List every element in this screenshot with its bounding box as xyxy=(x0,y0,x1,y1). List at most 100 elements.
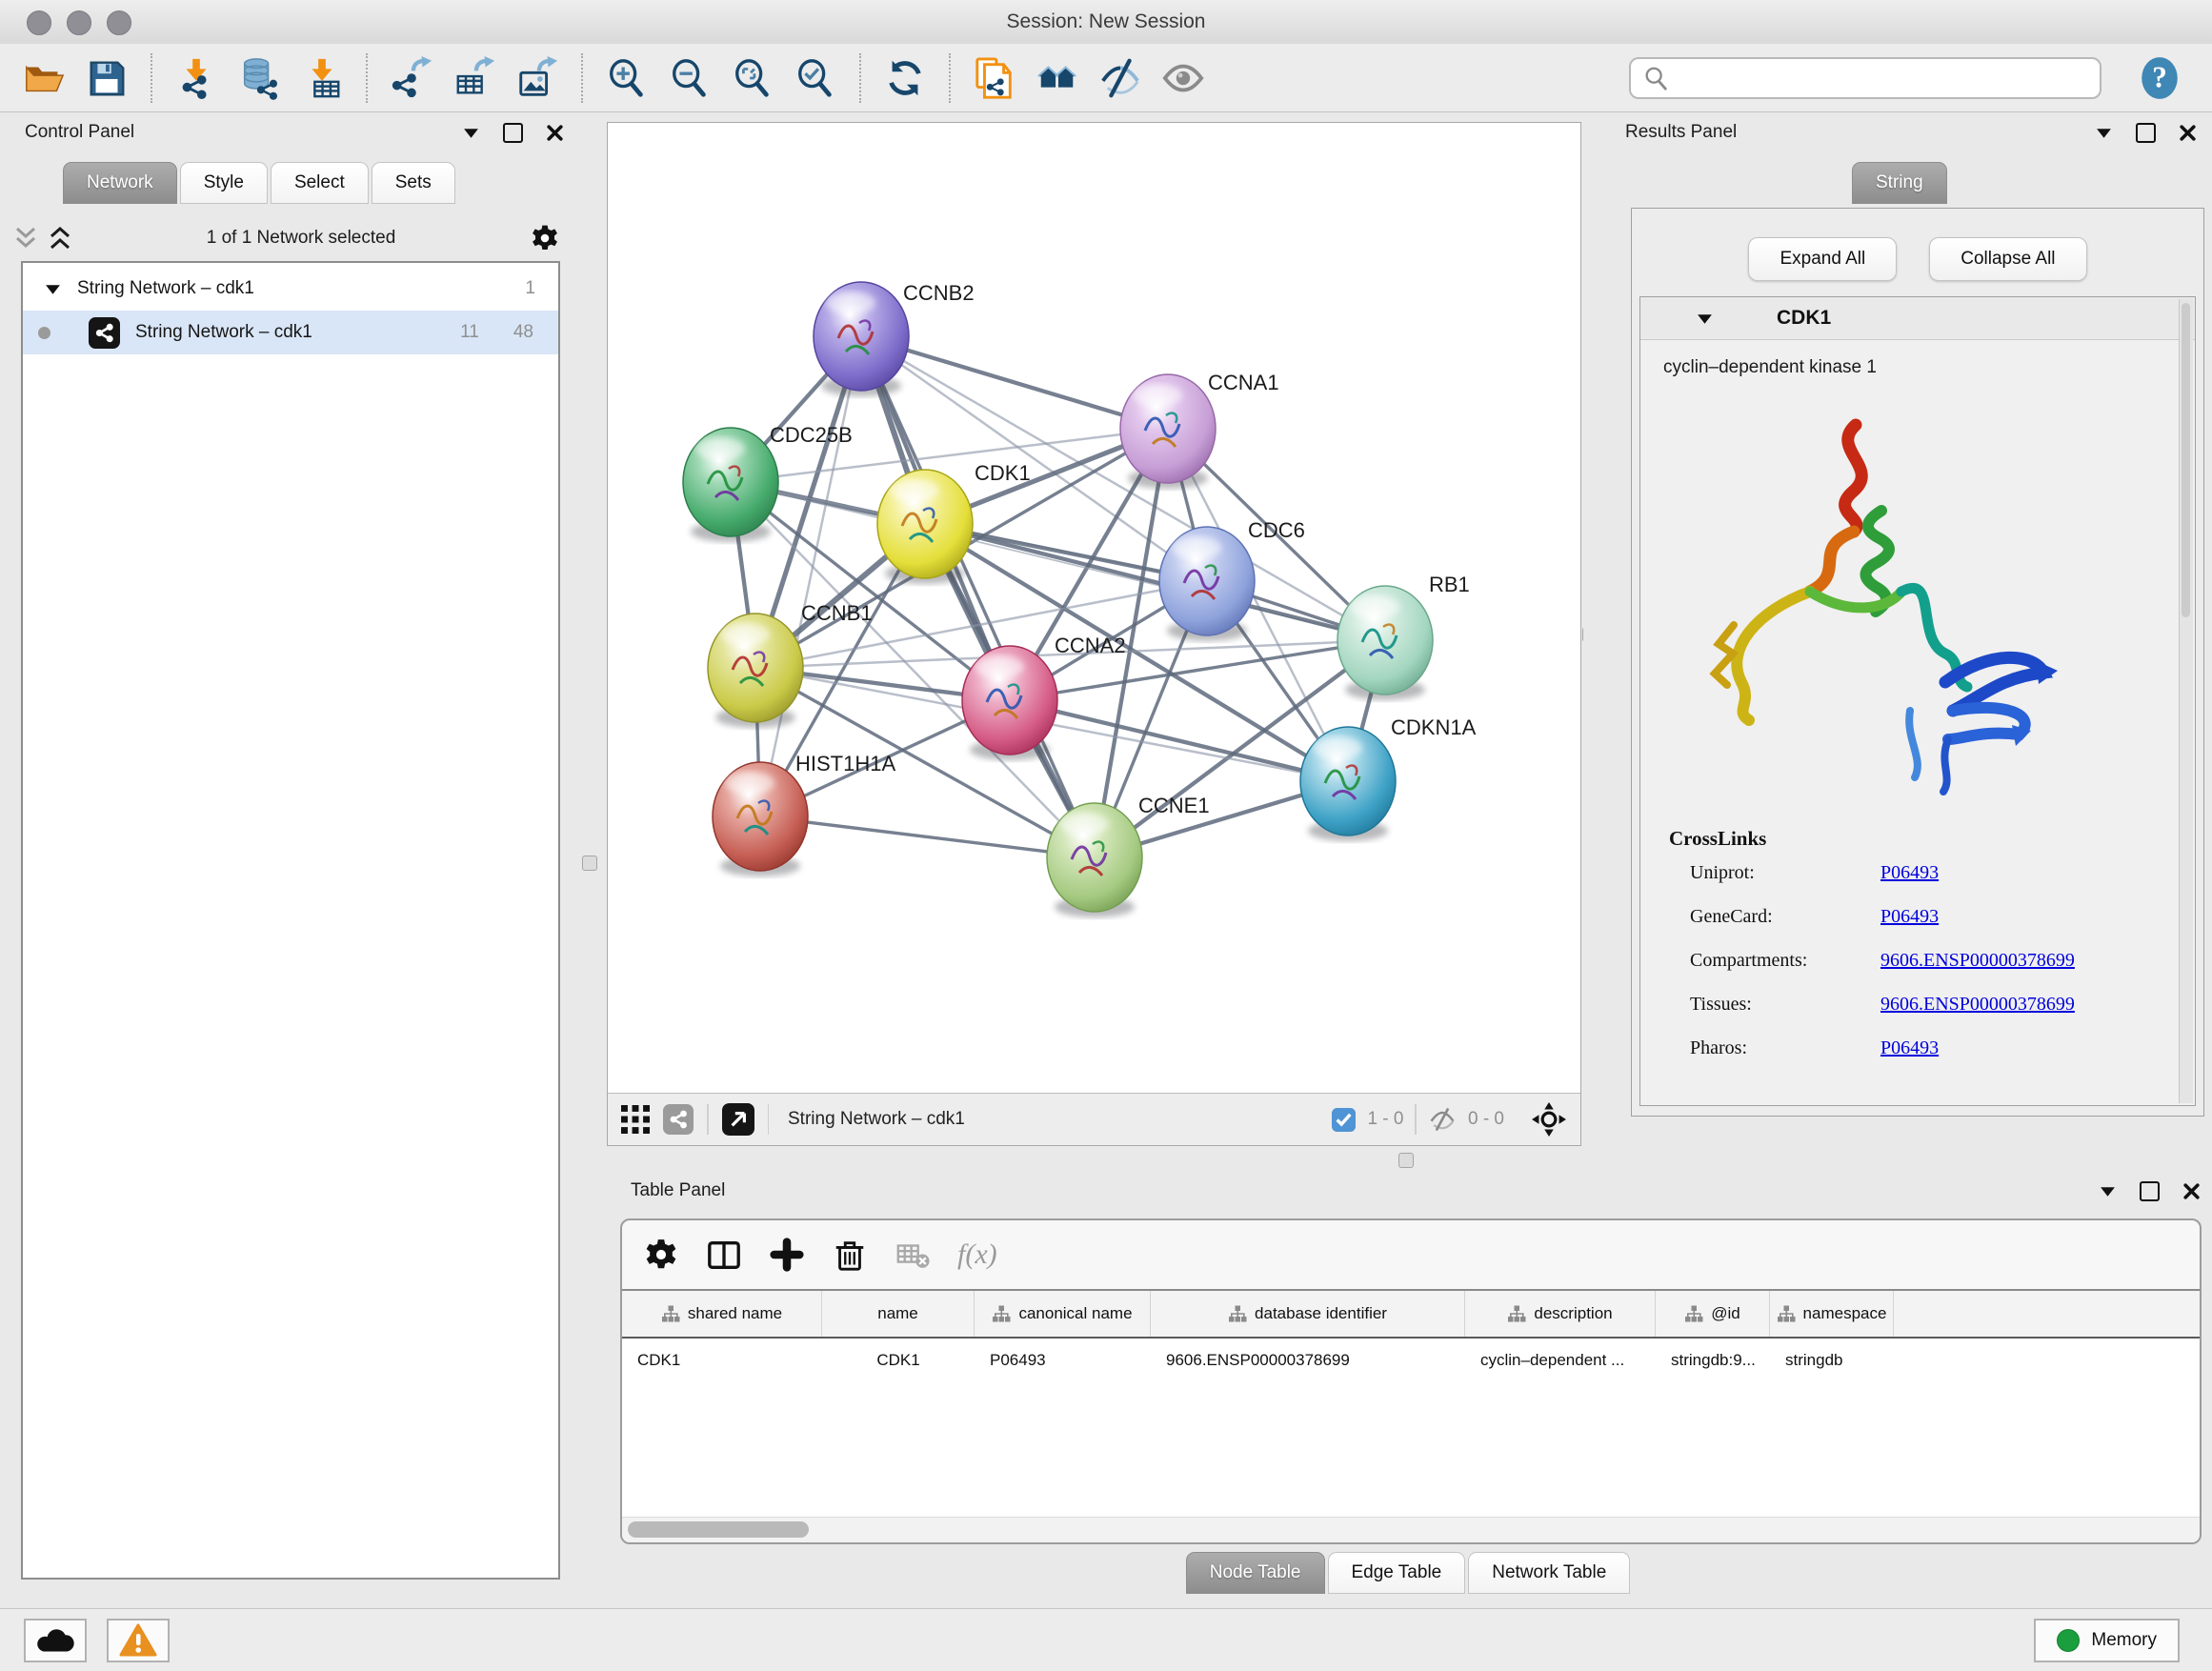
table-options-gear-icon[interactable] xyxy=(643,1237,679,1273)
selected-count: 1 - 0 xyxy=(1367,1109,1403,1130)
crosslink-link[interactable]: P06493 xyxy=(1880,906,1939,928)
scrollbar-thumb[interactable] xyxy=(628,1521,809,1538)
control-panel-title: Control Panel xyxy=(25,122,134,143)
tab-node-table[interactable]: Node Table xyxy=(1186,1552,1325,1594)
hidden-eye-icon[interactable] xyxy=(1428,1105,1457,1134)
table-cell[interactable]: 9606.ENSP00000378699 xyxy=(1151,1339,1465,1382)
show-columns-icon[interactable] xyxy=(706,1237,742,1273)
table-cell[interactable]: stringdb xyxy=(1770,1339,1894,1382)
results-scrollbar[interactable] xyxy=(2179,299,2193,1103)
network-collection-row[interactable]: String Network – cdk1 1 xyxy=(23,267,558,311)
network-options-gear-icon[interactable] xyxy=(530,223,560,253)
shared-column-icon xyxy=(1228,1304,1247,1323)
float-table-icon[interactable] xyxy=(2140,1181,2160,1201)
network-row[interactable]: String Network – cdk1 11 48 xyxy=(23,311,558,354)
collapse-results-icon[interactable] xyxy=(2095,124,2113,142)
tab-string[interactable]: String xyxy=(1852,162,1947,204)
crosslink-link[interactable]: P06493 xyxy=(1880,1037,1939,1059)
column-header-shared-name[interactable]: shared name xyxy=(622,1291,822,1337)
close-window-icon[interactable] xyxy=(27,10,51,35)
search-field[interactable] xyxy=(1629,57,2101,99)
birdseye-toggle-icon[interactable] xyxy=(1531,1101,1567,1137)
gene-expander-icon[interactable] xyxy=(1696,310,1714,328)
toolbar-separator xyxy=(366,53,368,103)
new-network-from-selection-button[interactable] xyxy=(966,50,1023,106)
refresh-button[interactable] xyxy=(876,50,934,106)
close-panel-icon[interactable] xyxy=(546,124,564,142)
cloud-button[interactable] xyxy=(24,1619,87,1662)
tab-network[interactable]: Network xyxy=(63,162,177,204)
show-all-button[interactable] xyxy=(1155,50,1212,106)
selected-checkbox-icon[interactable] xyxy=(1332,1108,1356,1132)
collection-expander-icon[interactable] xyxy=(44,280,62,298)
node-table-container: f(x) shared namenamecanonical namedataba… xyxy=(620,1218,2202,1544)
zoom-in-button[interactable] xyxy=(598,50,655,106)
gene-section-header[interactable]: CDK1 xyxy=(1640,297,2195,340)
import-network-button[interactable] xyxy=(168,50,225,106)
tab-select[interactable]: Select xyxy=(271,162,369,204)
memory-button[interactable]: Memory xyxy=(2034,1619,2180,1662)
network-mode-icon[interactable] xyxy=(663,1104,694,1135)
float-panel-icon[interactable] xyxy=(503,123,523,143)
table-cell[interactable]: cyclin–dependent ... xyxy=(1465,1339,1656,1382)
delete-column-icon[interactable] xyxy=(832,1237,868,1273)
table-cell[interactable]: CDK1 xyxy=(622,1339,822,1382)
column-header-namespace[interactable]: namespace xyxy=(1770,1291,1894,1337)
horizontal-splitter-handle[interactable] xyxy=(1398,1153,1414,1168)
zoom-fit-button[interactable] xyxy=(724,50,781,106)
tab-style[interactable]: Style xyxy=(180,162,268,204)
open-session-button[interactable] xyxy=(15,50,72,106)
node-table[interactable]: shared namenamecanonical namedatabase id… xyxy=(622,1289,2200,1517)
import-database-button[interactable] xyxy=(231,50,288,106)
export-image-button[interactable] xyxy=(509,50,566,106)
save-session-button[interactable] xyxy=(78,50,135,106)
column-header-description[interactable]: description xyxy=(1465,1291,1656,1337)
tab-network-table[interactable]: Network Table xyxy=(1468,1552,1630,1594)
detach-view-icon[interactable] xyxy=(722,1103,754,1136)
table-cell[interactable]: stringdb:9... xyxy=(1656,1339,1770,1382)
close-table-icon[interactable] xyxy=(2182,1182,2201,1200)
warnings-button[interactable] xyxy=(107,1619,170,1662)
network-view[interactable]: CCNB2CCNA1CDC25BCDK1CDC6RB1CCNB1CCNA2CDK… xyxy=(607,122,1581,1146)
application-window: Session: New Session ? Control Panel Net… xyxy=(0,0,2212,1671)
table-row[interactable]: CDK1CDK1P064939606.ENSP00000378699cyclin… xyxy=(622,1339,2200,1382)
collapse-panel-icon[interactable] xyxy=(462,124,480,142)
crosslink-link[interactable]: P06493 xyxy=(1880,862,1939,884)
float-results-icon[interactable] xyxy=(2136,123,2156,143)
column-header-canonical-name[interactable]: canonical name xyxy=(975,1291,1151,1337)
crosslink-link[interactable]: 9606.ENSP00000378699 xyxy=(1880,994,2075,1016)
zoom-out-button[interactable] xyxy=(661,50,718,106)
column-header-@id[interactable]: @id xyxy=(1656,1291,1770,1337)
search-input[interactable] xyxy=(1677,67,2088,89)
crosslink-row: Compartments:9606.ENSP00000378699 xyxy=(1690,938,2153,982)
crosslink-row: GeneCard:P06493 xyxy=(1690,895,2153,938)
control-panel-tabs: NetworkStyleSelectSets xyxy=(63,162,458,204)
collapse-all-button[interactable]: Collapse All xyxy=(1929,237,2086,281)
tab-sets[interactable]: Sets xyxy=(372,162,455,204)
hide-selected-button[interactable] xyxy=(1092,50,1149,106)
import-table-button[interactable] xyxy=(293,50,351,106)
export-network-button[interactable] xyxy=(383,50,440,106)
expand-all-button[interactable]: Expand All xyxy=(1748,237,1897,281)
table-horizontal-scrollbar[interactable] xyxy=(622,1517,2200,1542)
first-neighbors-button[interactable] xyxy=(1029,50,1086,106)
zoom-selected-button[interactable] xyxy=(787,50,844,106)
crosslink-link[interactable]: 9606.ENSP00000378699 xyxy=(1880,950,2075,972)
minimize-window-icon[interactable] xyxy=(67,10,91,35)
grid-mode-icon[interactable] xyxy=(621,1105,650,1134)
tab-edge-table[interactable]: Edge Table xyxy=(1328,1552,1466,1594)
left-splitter-handle[interactable] xyxy=(582,856,597,871)
export-table-button[interactable] xyxy=(446,50,503,106)
add-column-icon[interactable] xyxy=(769,1237,805,1273)
collapse-table-icon[interactable] xyxy=(2099,1182,2117,1200)
expand-all-networks-icon[interactable] xyxy=(13,226,38,251)
maximize-window-icon[interactable] xyxy=(107,10,131,35)
collapse-all-networks-icon[interactable] xyxy=(48,226,72,251)
table-cell[interactable]: CDK1 xyxy=(822,1339,975,1382)
column-header-database-identifier[interactable]: database identifier xyxy=(1151,1291,1465,1337)
close-results-icon[interactable] xyxy=(2179,124,2197,142)
help-button[interactable]: ? xyxy=(2136,53,2183,103)
network-canvas[interactable]: CCNB2CCNA1CDC25BCDK1CDC6RB1CCNB1CCNA2CDK… xyxy=(608,123,1579,1093)
column-header-name[interactable]: name xyxy=(822,1291,975,1337)
table-cell[interactable]: P06493 xyxy=(975,1339,1151,1382)
